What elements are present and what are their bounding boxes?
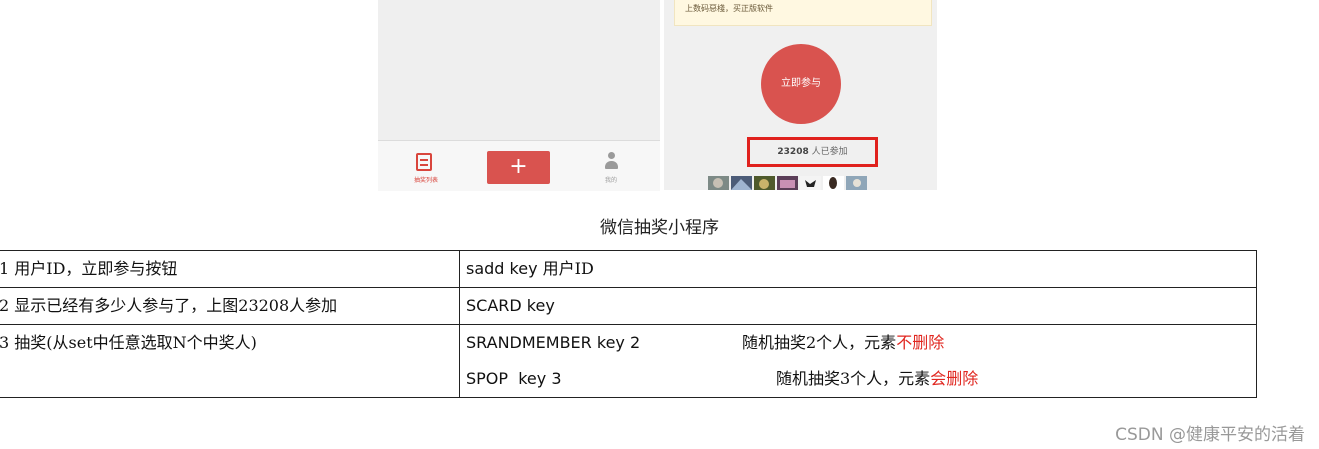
notice-text: 上数码惡棧，买正版软件	[685, 4, 773, 13]
row-1-command-tail: 用户ID	[542, 259, 594, 278]
row-3-command-line-1: SRANDMEMBER key 2 随机抽奖2个人，元素不删除	[460, 325, 1256, 361]
list-content-area	[378, 0, 660, 140]
row-3-description: 3 抽奖(从set中任意选取N个中奖人)	[0, 333, 257, 352]
join-button: 立即参与	[761, 44, 841, 124]
avatar	[754, 176, 775, 190]
spop-note-text: 随机抽奖3个人，元素	[776, 369, 931, 388]
row-2-command: SCARD key	[466, 296, 555, 315]
table-cell-description: 1 用户ID，立即参与按钮	[0, 250, 460, 288]
avatar	[731, 176, 752, 190]
avatar	[800, 176, 821, 190]
table-cell-command: SCARD key	[459, 287, 1257, 325]
user-icon	[604, 152, 618, 172]
participant-count-suffix: 人已参加	[808, 147, 848, 157]
srandmember-note: 随机抽奖2个人，元素不删除	[742, 325, 944, 361]
table-row: 2 显示已经有多少人参与了，上图23208人参加 SCARD key	[0, 287, 1257, 325]
table-cell-command: SRANDMEMBER key 2 随机抽奖2个人，元素不删除 SPOP key…	[459, 324, 1257, 398]
srandmember-command: SRANDMEMBER key 2	[466, 333, 641, 352]
participant-count-highlight: 23208 人已参加	[747, 137, 878, 167]
row-1-command-text: sadd key	[466, 259, 543, 278]
avatar	[846, 176, 867, 190]
table-cell-description: 3 抽奖(从set中任意选取N个中奖人)	[0, 324, 460, 398]
tab-label-list: 抽奖列表	[413, 177, 438, 184]
row-2-description: 2 显示已经有多少人参与了，上图23208人参加	[0, 296, 338, 315]
spop-command: SPOP key 3	[466, 369, 562, 388]
add-button: +	[487, 151, 550, 184]
tab-bar: 抽奖列表 + 我的	[378, 140, 660, 191]
srandmember-note-red: 不删除	[896, 333, 945, 352]
watermark: CSDN @健康平安的活着	[1115, 425, 1305, 445]
table-row: 1 用户ID，立即参与按钮 sadd key 用户ID	[0, 250, 1257, 288]
srandmember-note-text: 随机抽奖2个人，元素	[742, 333, 897, 352]
avatar-strip	[708, 176, 867, 190]
phone-screenshot-right: 上数码惡棧，买正版软件 立即参与 23208 人已参加	[664, 0, 937, 190]
spop-note-red: 会删除	[930, 369, 979, 388]
avatar	[777, 176, 798, 190]
avatar	[708, 176, 729, 190]
phone-screenshot-left: 抽奖列表 + 我的	[378, 0, 660, 191]
figure-caption: 微信抽奖小程序	[600, 218, 719, 238]
avatar	[823, 176, 844, 190]
spop-note: 随机抽奖3个人，元素会删除	[776, 361, 978, 397]
redis-command-table: 1 用户ID，立即参与按钮 sadd key 用户ID 2 显示已经有多少人参与…	[0, 250, 1257, 398]
list-icon	[416, 153, 432, 171]
table-cell-description: 2 显示已经有多少人参与了，上图23208人参加	[0, 287, 460, 325]
table-row: 3 抽奖(从set中任意选取N个中奖人) SRANDMEMBER key 2 随…	[0, 324, 1257, 398]
notice-card: 上数码惡棧，买正版软件	[674, 0, 932, 26]
row-3-command-line-2: SPOP key 3 随机抽奖3个人，元素会删除	[460, 361, 1256, 397]
participant-count: 23208 人已参加	[750, 140, 875, 164]
tab-label-me: 我的	[604, 177, 617, 184]
row-1-description: 1 用户ID，立即参与按钮	[0, 259, 178, 278]
table-cell-command: sadd key 用户ID	[459, 250, 1257, 288]
row-1-command: sadd key 用户ID	[460, 251, 1256, 287]
participant-count-number: 23208	[777, 147, 809, 157]
